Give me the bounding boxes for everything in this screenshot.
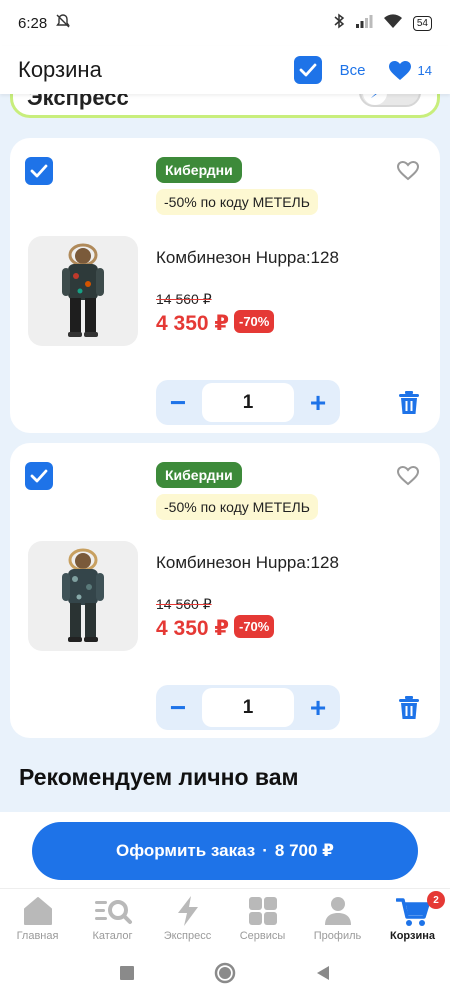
discount-badge: -70% [234,310,275,333]
increment-button[interactable]: + [296,380,340,425]
tab-label: Главная [16,930,59,942]
favorites-count: 14 [417,62,432,78]
cart-icon [395,898,430,926]
page-header: Корзина Все 14 [0,46,450,94]
recent-apps-icon[interactable] [119,965,135,986]
page-title: Корзина [18,57,102,82]
tab-cart[interactable]: 2 Корзина [375,889,450,950]
tab-catalog[interactable]: Каталог [75,889,150,950]
select-all-label[interactable]: Все [340,62,366,79]
checkout-separator: · [262,841,268,860]
tab-label: Экспресс [163,930,212,942]
favorites-button[interactable]: 14 [388,60,432,81]
tab-label: Сервисы [239,930,286,942]
promo-badge: -50% по коду МЕТЕЛЬ [156,189,318,215]
tab-home[interactable]: Главная [0,889,75,950]
express-toggle[interactable]: ⚡ [359,94,421,107]
checkout-total: 8 700 ₽ [274,841,334,860]
tab-profile[interactable]: Профиль [300,889,375,950]
tab-label: Каталог [92,930,133,942]
quantity-value[interactable]: 1 [202,383,294,422]
cart-item-card: Кибердни -50% по коду МЕТЕЛЬ Комбинезон … [10,138,440,433]
decrement-button[interactable]: − [156,685,200,730]
select-all-checkbox[interactable] [293,56,322,84]
quantity-value[interactable]: 1 [202,688,294,727]
quantity-stepper: − 1 + [156,685,340,730]
check-icon [30,164,48,178]
item-checkbox[interactable] [25,462,53,490]
home-icon [23,897,52,925]
product-name[interactable]: Комбинезон Huppa:128 [156,248,339,268]
promo-badge: -50% по коду МЕТЕЛЬ [156,494,318,520]
mute-icon [55,13,71,33]
cart-content[interactable]: Экспресс ⚡ Кибердни -50% по коду МЕТЕЛЬ [0,94,450,812]
signal-icon [355,14,373,32]
express-delivery-block: Экспресс ⚡ [10,94,440,118]
current-price: 4 350 ₽ [156,312,229,335]
lightning-icon [177,896,198,926]
heart-filled-icon [388,60,411,80]
wifi-icon [383,13,403,33]
bottom-tab-bar: Главная Каталог Экспресс Сервисы Профиль… [0,888,450,950]
seller-badge: Кибердни [156,157,242,183]
check-icon [299,63,317,77]
old-price: 14 560 ₽ [156,291,212,307]
tab-label: Корзина [390,930,435,942]
system-nav-bar [0,950,450,1000]
discount-badge: -70% [234,615,275,638]
tab-express[interactable]: Экспресс [150,889,225,950]
product-image[interactable] [28,541,138,651]
battery-indicator: 54 [412,15,432,31]
increment-button[interactable]: + [296,685,340,730]
check-icon [30,469,48,483]
trash-icon[interactable] [396,695,422,726]
current-price: 4 350 ₽ [156,617,229,640]
services-icon [248,897,277,925]
item-checkbox[interactable] [25,157,53,185]
home-button-icon[interactable] [214,962,236,989]
checkout-button[interactable]: Оформить заказ · 8 700 ₽ [32,822,418,880]
back-icon[interactable] [315,965,331,986]
product-name[interactable]: Комбинезон Huppa:128 [156,553,339,573]
decrement-button[interactable]: − [156,380,200,425]
cart-badge: 2 [427,891,445,909]
favorite-heart-icon[interactable] [396,465,420,491]
lightning-icon: ⚡ [363,94,387,105]
trash-icon[interactable] [396,390,422,421]
recommendations-title: Рекомендуем лично вам [19,764,299,790]
catalog-search-icon [94,900,132,924]
checkout-area: Оформить заказ · 8 700 ₽ [0,812,450,888]
bluetooth-icon [333,13,345,33]
old-price: 14 560 ₽ [156,596,212,612]
seller-badge: Кибердни [156,462,242,488]
tab-services[interactable]: Сервисы [225,889,300,950]
checkout-label: Оформить заказ [115,841,256,860]
status-bar: 6:28 54 [0,0,450,46]
product-image[interactable] [28,236,138,346]
status-time: 6:28 [18,14,48,32]
tab-label: Профиль [313,930,362,942]
profile-icon [324,897,351,925]
quantity-stepper: − 1 + [156,380,340,425]
cart-item-card: Кибердни -50% по коду МЕТЕЛЬ Комбинезон … [10,443,440,738]
favorite-heart-icon[interactable] [396,160,420,186]
express-label: Экспресс [27,94,129,110]
